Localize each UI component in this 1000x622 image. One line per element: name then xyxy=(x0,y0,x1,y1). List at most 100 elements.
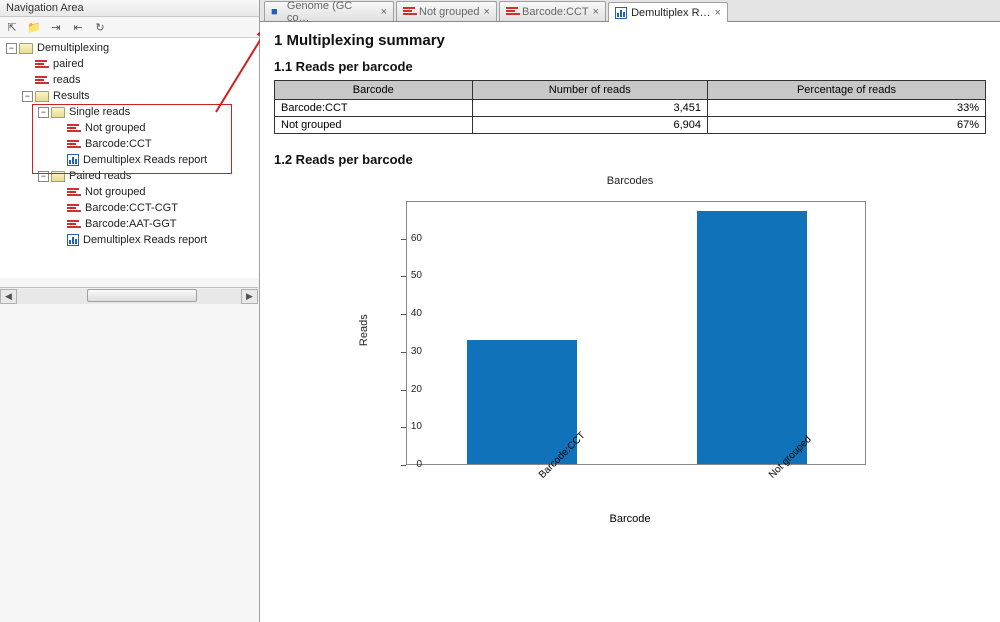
tree-item-label: Not grouped xyxy=(85,186,146,198)
reads-icon xyxy=(67,203,81,213)
chart-y-tick-label: 30 xyxy=(392,346,422,357)
tree-item[interactable]: reads xyxy=(4,72,259,88)
folder-icon xyxy=(35,91,49,102)
report-icon xyxy=(67,154,79,166)
expander-icon[interactable]: − xyxy=(6,43,17,54)
reads-icon xyxy=(403,6,415,18)
table-cell: 67% xyxy=(708,117,986,134)
tree-item-label: Results xyxy=(53,90,90,102)
chart-y-axis-label: Reads xyxy=(358,314,370,346)
tree-item-label: Barcode:CCT xyxy=(85,138,152,150)
table-header: Number of reads xyxy=(472,81,707,100)
tree-item[interactable]: − Paired reads xyxy=(4,168,259,184)
reads-icon xyxy=(67,139,81,149)
chart-container: Barcodes Reads 0102030405060Barcode:CCTN… xyxy=(274,175,986,521)
expander-icon[interactable]: − xyxy=(38,107,49,118)
reads-icon xyxy=(67,187,81,197)
tab[interactable]: ■ Genome (GC co… × xyxy=(264,1,394,21)
reads-per-barcode-table: BarcodeNumber of readsPercentage of read… xyxy=(274,80,986,134)
navigation-panel: Navigation Area ⇱ 📁 ⇥ ⇤ ↻ − Demultiplexin… xyxy=(0,0,260,622)
scroll-track[interactable] xyxy=(17,289,241,304)
tree-item[interactable]: −Single reads xyxy=(4,104,259,120)
tab[interactable]: Demultiplex R… × xyxy=(608,2,728,22)
folder-icon xyxy=(51,171,65,182)
close-icon[interactable]: × xyxy=(715,7,721,19)
table-header: Percentage of reads xyxy=(708,81,986,100)
tab-label: Demultiplex R… xyxy=(631,7,710,19)
tree-item[interactable]: Demultiplex Reads report xyxy=(4,152,259,168)
chart-y-tick-label: 0 xyxy=(392,459,422,470)
chart-plot-area xyxy=(406,201,866,465)
report-heading-1-1: 1.1 Reads per barcode xyxy=(274,59,986,74)
import-icon[interactable]: ⇥ xyxy=(48,19,64,35)
tree-item[interactable]: Barcode:CCT-CGT xyxy=(4,200,259,216)
chart-y-tick-label: 40 xyxy=(392,308,422,319)
table-cell: 33% xyxy=(708,100,986,117)
tree-item-label: Demultiplex Reads report xyxy=(83,234,207,246)
table-row: Not grouped6,90467% xyxy=(275,117,986,134)
chart-y-tick-label: 10 xyxy=(392,421,422,432)
expander-icon[interactable]: − xyxy=(22,91,33,102)
tree-item-label: Barcode:AAT-GGT xyxy=(85,218,177,230)
chart-title: Barcodes xyxy=(274,175,986,187)
table-cell: Not grouped xyxy=(275,117,473,134)
tree-item[interactable]: Barcode:AAT-GGT xyxy=(4,216,259,232)
new-folder-icon[interactable]: 📁 xyxy=(26,19,42,35)
chart-y-tick-label: 50 xyxy=(392,270,422,281)
table-cell: 6,904 xyxy=(472,117,707,134)
report-content: 1 Multiplexing summary 1.1 Reads per bar… xyxy=(260,22,1000,622)
tree-item[interactable]: − Results xyxy=(4,88,259,104)
table-cell: 3,451 xyxy=(472,100,707,117)
tree-item[interactable]: paired xyxy=(4,56,259,72)
close-icon[interactable]: × xyxy=(593,6,599,18)
tree-item[interactable]: Not grouped xyxy=(4,120,259,136)
chart-icon: ■ xyxy=(271,6,283,18)
reads-icon xyxy=(506,6,518,18)
tree-item[interactable]: Demultiplex Reads report xyxy=(4,232,259,248)
tree-item-label: Not grouped xyxy=(85,122,146,134)
tab-label: Not grouped xyxy=(419,6,480,18)
tab[interactable]: Barcode:CCT× xyxy=(499,1,606,21)
tree-item-label: Paired reads xyxy=(69,170,131,182)
report-icon xyxy=(615,7,627,19)
reads-icon xyxy=(35,75,49,85)
scroll-right-button[interactable]: ▶ xyxy=(241,289,258,304)
tab[interactable]: Not grouped × xyxy=(396,1,497,21)
main-area: ■Genome (GC co…×Not grouped×Barcode:CCT×… xyxy=(260,0,1000,622)
close-icon[interactable]: × xyxy=(381,6,387,18)
scroll-thumb[interactable] xyxy=(87,289,197,302)
tree-item[interactable]: Barcode:CCT xyxy=(4,136,259,152)
scroll-left-button[interactable]: ◀ xyxy=(0,289,17,304)
tree-item[interactable]: − Demultiplexing xyxy=(4,40,259,56)
expander-icon[interactable]: − xyxy=(38,171,49,182)
reads-icon xyxy=(35,59,49,69)
chart-bar xyxy=(697,211,807,464)
navigation-tree[interactable]: −Demultiplexingpairedreads−Results−Singl… xyxy=(0,38,259,278)
chart-y-tick-label: 60 xyxy=(392,233,422,244)
refresh-icon[interactable]: ↻ xyxy=(92,19,108,35)
reads-icon xyxy=(67,123,81,133)
horizontal-scrollbar[interactable]: ◀ ▶ xyxy=(0,287,258,304)
report-heading-1: 1 Multiplexing summary xyxy=(274,32,986,49)
navigation-title: Navigation Area xyxy=(0,0,259,17)
tree-item[interactable]: Not grouped xyxy=(4,184,259,200)
tree-item-label: Demultiplex Reads report xyxy=(83,154,207,166)
tab-label: Genome (GC co… xyxy=(287,0,377,24)
table-header: Barcode xyxy=(275,81,473,100)
tree-item-label: reads xyxy=(53,74,81,86)
close-icon[interactable]: × xyxy=(484,6,490,18)
export-icon[interactable]: ⇤ xyxy=(70,19,86,35)
chart-bar xyxy=(467,340,577,464)
table-cell: Barcode:CCT xyxy=(275,100,473,117)
tree-item-label: paired xyxy=(53,58,84,70)
chart-y-tick-label: 20 xyxy=(392,384,422,395)
table-row: Barcode:CCT3,45133% xyxy=(275,100,986,117)
tree-item-label: Demultiplexing xyxy=(37,42,109,54)
tree-item-label: Barcode:CCT-CGT xyxy=(85,202,178,214)
chart-x-axis-label: Barcode xyxy=(370,513,890,557)
bar-chart: Reads 0102030405060Barcode:CCTNot groupe… xyxy=(370,191,890,521)
cursor-icon[interactable]: ⇱ xyxy=(4,19,20,35)
report-icon xyxy=(67,234,79,246)
folder-icon xyxy=(51,107,65,118)
tab-bar: ■Genome (GC co…×Not grouped×Barcode:CCT×… xyxy=(260,0,1000,22)
